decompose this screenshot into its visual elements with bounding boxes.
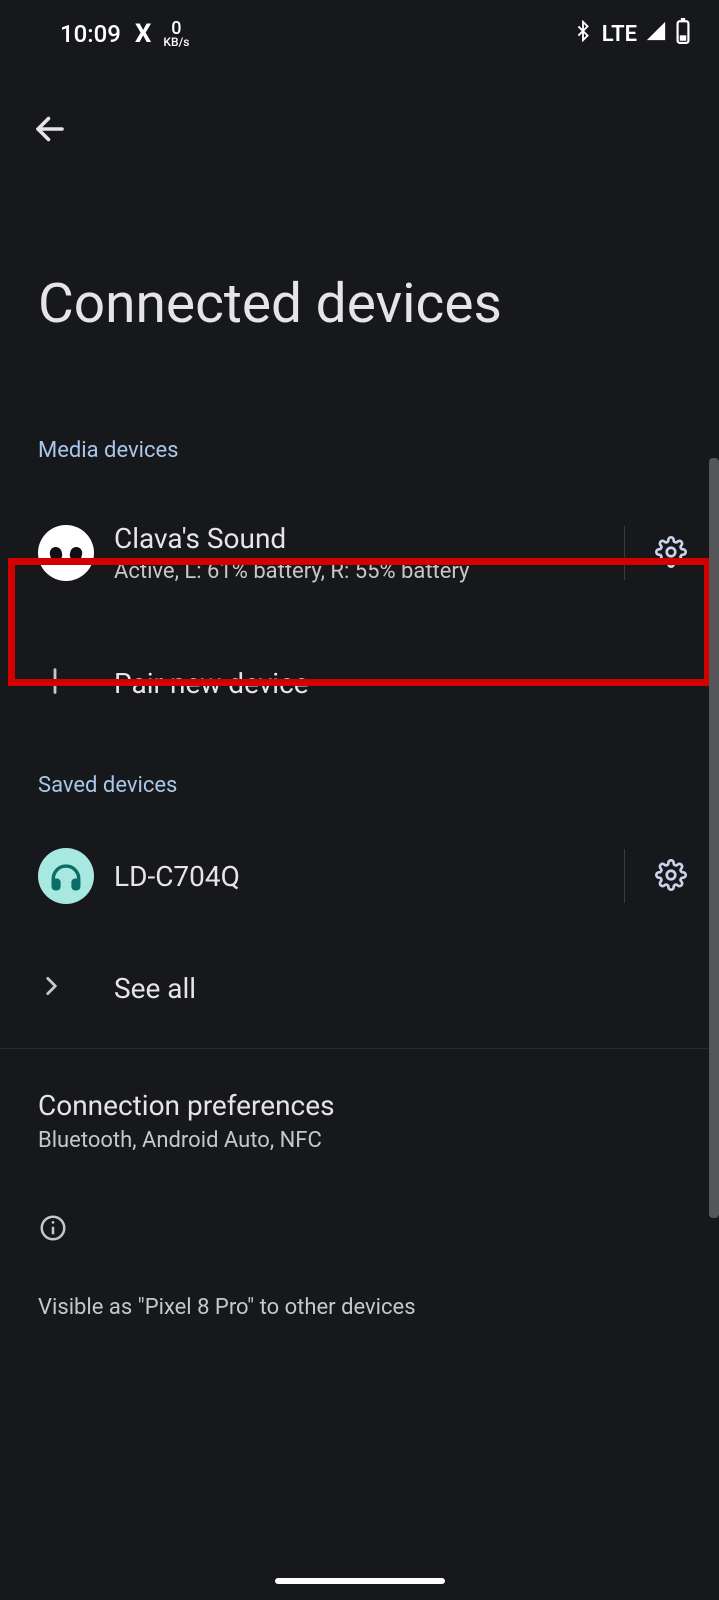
scroll-indicator[interactable] (709, 458, 719, 1218)
status-time: 10:09 (60, 20, 121, 48)
saved-device-row[interactable]: LD-C704Q (0, 826, 719, 926)
see-all-label: See all (114, 972, 681, 1005)
status-bar: 10:09 X 0 KB/s LTE (0, 0, 719, 56)
vertical-divider (624, 849, 625, 903)
signal-icon (645, 20, 667, 48)
bluetooth-icon (572, 20, 594, 48)
page-title: Connected devices (0, 152, 719, 336)
back-button[interactable] (28, 108, 72, 152)
connection-preferences-row[interactable]: Connection preferences Bluetooth, Androi… (0, 1048, 719, 1153)
media-device-settings-button[interactable] (649, 531, 693, 575)
vertical-divider (624, 526, 625, 580)
see-all-row[interactable]: See all (0, 940, 719, 1036)
device-avatar-leading (38, 525, 114, 581)
pair-leading (38, 664, 114, 702)
net-speed-unit: KB/s (163, 37, 189, 48)
chevron-right-icon (38, 973, 64, 1003)
media-device-row[interactable]: Clava's Sound Active, L: 61% battery, R:… (0, 499, 719, 607)
pair-new-device-label: Pair new device (114, 667, 681, 700)
net-speed-indicator: 0 KB/s (163, 21, 189, 48)
media-device-name: Clava's Sound (114, 522, 612, 555)
saved-device-settings-button[interactable] (649, 854, 693, 898)
earbuds-icon (38, 525, 94, 581)
pair-new-device-row[interactable]: Pair new device (0, 623, 719, 743)
gear-icon (655, 536, 687, 571)
connection-preferences-sub: Bluetooth, Android Auto, NFC (38, 1128, 681, 1153)
status-right: LTE (572, 18, 691, 50)
headphones-icon (38, 848, 94, 904)
info-row (0, 1213, 719, 1247)
saved-device-avatar-leading (38, 848, 114, 904)
connection-preferences-title: Connection preferences (38, 1089, 681, 1122)
app-bar (0, 56, 719, 152)
media-device-status: Active, L: 61% battery, R: 55% battery (114, 559, 612, 584)
arrow-left-icon (32, 111, 68, 150)
gear-icon (655, 859, 687, 894)
x-app-icon: X (135, 19, 150, 49)
status-left: 10:09 X 0 KB/s (60, 19, 189, 49)
info-icon (38, 1213, 68, 1247)
section-header-media: Media devices (0, 438, 719, 463)
saved-device-name: LD-C704Q (114, 860, 612, 893)
battery-icon (675, 18, 691, 50)
network-type: LTE (602, 22, 637, 47)
visibility-text: Visible as "Pixel 8 Pro" to other device… (0, 1247, 719, 1320)
plus-icon (38, 664, 72, 702)
section-header-saved: Saved devices (0, 773, 719, 798)
home-indicator[interactable] (275, 1578, 445, 1584)
see-all-leading (38, 973, 114, 1003)
